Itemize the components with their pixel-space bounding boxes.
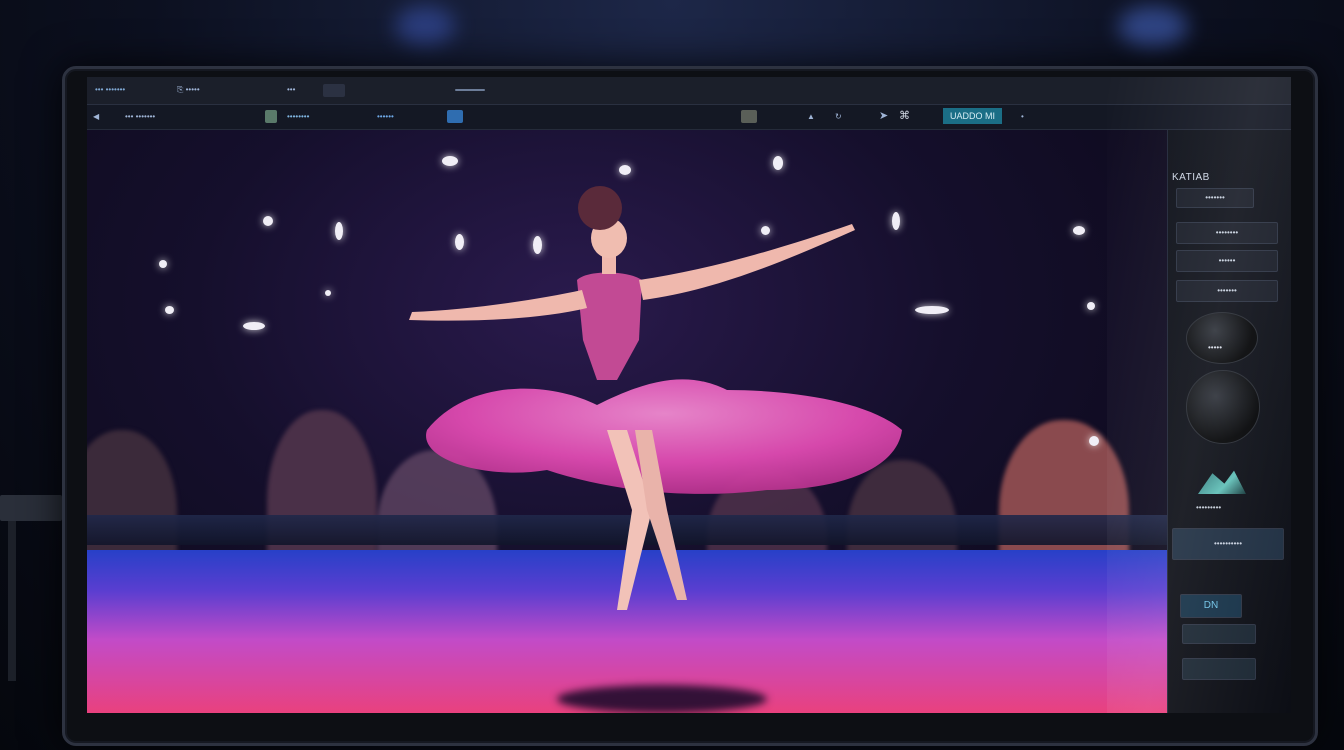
panel-button-3[interactable]: •••••• (1176, 250, 1278, 272)
minimize-icon[interactable] (455, 89, 485, 91)
properties-panel: KATIAB ••••••• •••••••• •••••• ••••••• •… (1167, 130, 1291, 713)
dancer-bodice (577, 272, 642, 380)
tool-icon[interactable]: ⌘ (899, 110, 910, 122)
dancer-figure (409, 186, 902, 610)
app-title: ••• ••••••• (95, 85, 126, 94)
pointer-icon[interactable]: ▲ (807, 111, 815, 123)
upload-button[interactable]: UADDO MI (943, 108, 1002, 124)
image-canvas[interactable] (87, 130, 1167, 713)
panel-title: KATIAB (1172, 172, 1210, 183)
apply-button[interactable]: •••••••••• (1172, 528, 1284, 560)
panel-button-1[interactable]: ••••••• (1176, 188, 1254, 208)
send-icon[interactable]: ➤ (879, 110, 888, 122)
cloud-icon[interactable] (447, 110, 463, 123)
title-bar: ••• ••••••• ⎘ ••••• ••• (87, 77, 1291, 105)
room-light (1118, 6, 1188, 48)
dancer-arm (409, 290, 587, 321)
dancer-hair-bun (578, 186, 622, 230)
dancer-skirt (426, 379, 902, 494)
ok-button[interactable]: DN (1180, 594, 1242, 618)
toolbar-label-project[interactable]: ••• ••••••• (125, 111, 155, 123)
preset-label: ••••••••• (1196, 503, 1222, 512)
menu-item-file[interactable]: ⎘ ••••• (177, 84, 200, 96)
toolbar-label-effects[interactable]: •••••• (377, 111, 394, 123)
landscape-icon[interactable] (1198, 470, 1246, 494)
app-screen: ••• ••••••• ⎘ ••••• ••• ◀ ••• ••••••• ••… (87, 77, 1291, 713)
room-light (395, 6, 455, 46)
back-icon[interactable]: ◀ (93, 111, 99, 123)
toolbar-label-layers[interactable]: •••••••• (287, 111, 309, 123)
toolbar: ◀ ••• ••••••• •••••••• •••••• ▲ ↻ ➤ ⌘ UA… (87, 105, 1291, 130)
panel-button-2[interactable]: •••••••• (1176, 222, 1278, 244)
window-icon[interactable] (323, 84, 345, 97)
side-table-leg (8, 521, 16, 681)
side-table (0, 495, 62, 521)
menu-item-view[interactable]: ••• (287, 84, 295, 96)
secondary-button[interactable] (1182, 658, 1256, 680)
color-swatch[interactable] (265, 110, 277, 123)
thumbnail-preview[interactable] (1186, 312, 1258, 364)
lens-preview[interactable] (1186, 370, 1260, 444)
pen-icon[interactable] (741, 110, 757, 123)
panel-button-4[interactable]: ••••••• (1176, 280, 1278, 302)
monitor-frame: ••• ••••••• ⎘ ••••• ••• ◀ ••• ••••••• ••… (62, 66, 1318, 746)
more-icon[interactable]: • (1021, 111, 1024, 123)
rotate-icon[interactable]: ↻ (835, 111, 842, 123)
slider-control[interactable] (1182, 624, 1256, 644)
thumbnail-label: ••••• (1208, 343, 1223, 352)
dancer-arm (639, 224, 855, 300)
